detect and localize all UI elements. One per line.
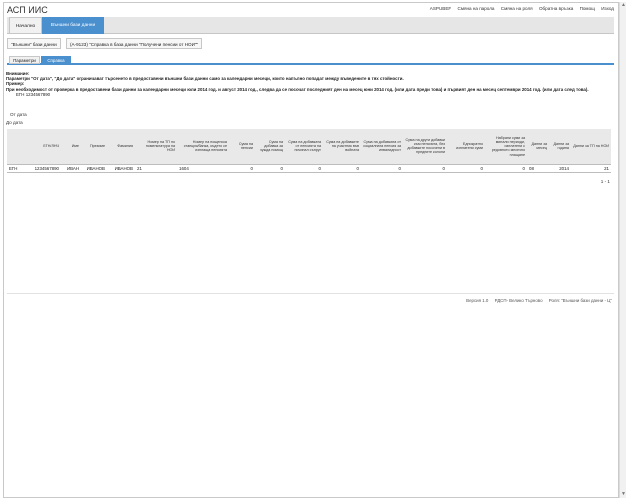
footer-version: Версия 1.0 [466,298,489,303]
col-header-post-office: Номер на пощенска станция/банка, където … [177,129,229,165]
notes-example-text: При необходимост от проверка в предостав… [6,86,589,92]
table-cell: 0 [485,164,527,173]
col-header-middle-name: Презиме [81,129,107,165]
help-link[interactable]: Помощ [580,6,595,11]
footer-text: Версия 1.0 РДСП- Велико Търново Роля: "В… [461,298,612,303]
results-table-wrapper: ЕГН/ЛНЧ Име Презиме Фамилия Номер на ТП … [7,129,614,173]
breadcrumb-external-databases[interactable]: "Външни" бази данни [7,38,61,49]
col-header-other-supplements: Сума на други добавки към пенсията, без … [403,129,447,165]
results-table: ЕГН/ЛНЧ Име Презиме Фамилия Номер на ТП … [7,129,611,173]
col-header-year: Данни за година [549,129,571,165]
table-cell: 21 [135,164,177,173]
nav-bar: Начално Външни бази данни [7,17,614,34]
col-header-tp-number: Номер на ТП по номенклатура на НОИ [135,129,177,165]
col-header-tp-noi: Данни за ТП на НОИ [571,129,611,165]
scroll-down-arrow-icon[interactable]: ▼ [620,491,627,498]
pager-info: 1 - 1 [600,179,610,184]
col-header-care-supplement: Сума на добавка за чужда помощ [255,129,285,165]
top-links: ASPUBEF Смяна на парола Смяна на роля Об… [425,6,614,11]
table-cell: 0 [447,164,485,173]
tab-parameters[interactable]: Параметри [9,56,40,64]
col-header-disability-supplement: Сума на добавката от социалната пенсия з… [361,129,403,165]
col-header-past-periods: Набрани суми за минали периоди, изплатен… [485,129,527,165]
breadcrumb-report[interactable]: (А-9123) "Справка в база данни "Получени… [66,38,203,49]
table-cell: 0 [323,164,361,173]
tab-external-databases[interactable]: Външни бази данни [42,17,104,34]
table-cell: ИВАН [61,164,81,173]
footer: Версия 1.0 РДСП- Велико Търново Роля: "В… [7,293,614,307]
table-cell: 0 [229,164,255,173]
col-header-pension-sum: Сума на пенсии [229,129,255,165]
table-cell: 2014 [549,164,571,173]
col-header-month: Данни за месец [527,129,549,165]
footer-role: Роля: "Външни бази данни - Ц" [548,298,612,303]
to-date-label: До дата [6,120,23,125]
tab-home[interactable]: Начално [9,17,42,34]
col-header-last-name: Фамилия [107,129,135,165]
main-window: АСП ИИС ASPUBEF Смяна на парола Смяна на… [3,2,619,498]
footer-office: РДСП- Велико Търново [494,298,543,303]
logout-link[interactable]: Изход [601,6,614,11]
table-cell: 1234567890 [23,164,61,173]
col-header-spouse-supplement: Сума на добавката от пенсията на починал… [285,129,323,165]
table-cell: 0 [285,164,323,173]
table-cell: 1604 [177,164,229,173]
table-cell: 08 [527,164,549,173]
egn-line: ЕГН 1234567890 [16,91,51,97]
table-cell: ИВАНОВ [107,164,135,173]
change-role-link[interactable]: Смяна на роля [501,6,533,11]
col-header-first-name: Име [61,129,81,165]
col-header-egn: ЕГН/ЛНЧ [23,129,61,165]
table-cell: 21 [571,164,611,173]
subtab-bar: Параметри Справка [7,56,614,65]
feedback-link[interactable]: Обратна връзка [539,6,573,11]
col-header-type [7,129,23,165]
table-cell: ЕГН [7,164,23,173]
table-cell: ИВАНОВ [81,164,107,173]
vertical-scrollbar[interactable]: ▲ ▼ [619,2,626,498]
table-cell: 0 [255,164,285,173]
app-title: АСП ИИС [7,5,48,15]
tab-report[interactable]: Справка [41,56,71,64]
col-header-war-supplement: Сума на добавките на участник във войнат… [323,129,361,165]
table-cell: 0 [403,164,447,173]
notes-panel: Внимание: Параметри "От дата", "До дата"… [6,71,613,97]
table-row[interactable]: ЕГН 1234567890 ИВАН ИВАНОВ ИВАНОВ 21 160… [7,164,611,173]
scroll-up-arrow-icon[interactable]: ▲ [620,2,627,9]
user-link[interactable]: ASPUBEF [430,6,451,11]
from-date-label: От дата [10,112,27,117]
table-header-row: ЕГН/ЛНЧ Име Презиме Фамилия Номер на ТП … [7,129,611,165]
top-bar: АСП ИИС ASPUBEF Смяна на парола Смяна на… [4,3,618,17]
change-password-link[interactable]: Смяна на парола [458,6,495,11]
col-header-one-time-payments: Еднократно изплатени суми [447,129,485,165]
table-cell: 0 [361,164,403,173]
